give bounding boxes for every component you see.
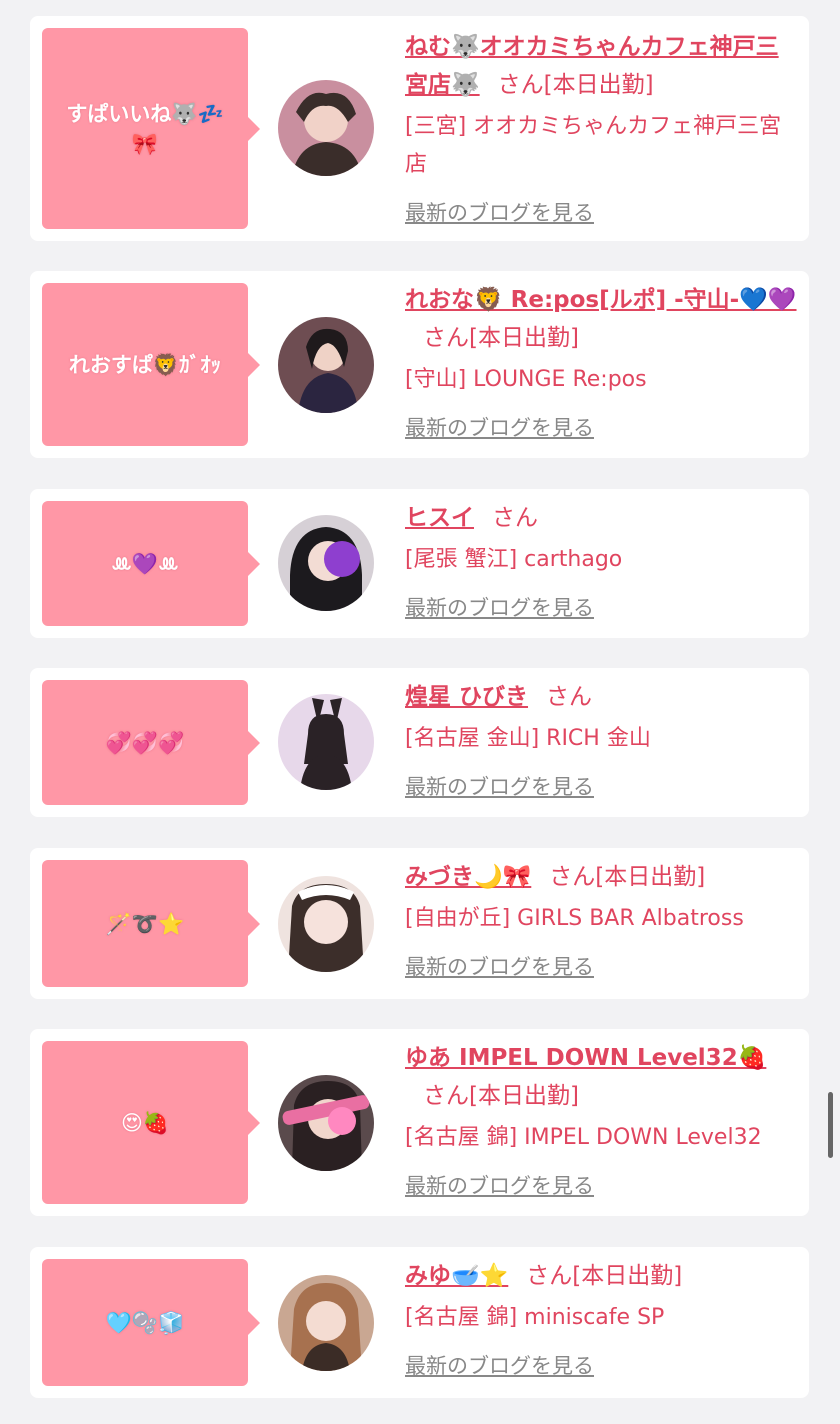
list-item: 🪄➰⭐ みづき🌙🎀 さん[本日出勤] [自由が丘] GIRLS BAR Albat…: [30, 848, 809, 999]
shop-name: [名古屋 金山] RICH 金山: [405, 726, 651, 751]
latest-blog-link[interactable]: 最新のブログを見る: [405, 593, 594, 623]
comment-bubble: 🪄➰⭐: [42, 860, 260, 987]
comment-bubble: すぱいいね🐺💤 🎀: [42, 28, 260, 229]
shop-name: [守山] LOUNGE Re:pos: [405, 367, 647, 392]
latest-blog-link[interactable]: 最新のブログを見る: [405, 413, 594, 443]
latest-blog-link[interactable]: 最新のブログを見る: [405, 952, 594, 982]
name-line: ゆあ IMPEL DOWN Level32🍓 さん[本日出勤]: [405, 1039, 799, 1115]
avatar[interactable]: [278, 1075, 374, 1171]
shop-name: [自由が丘] GIRLS BAR Albatross: [405, 906, 744, 931]
list-item: 🩵🫧🧊 みゆ🥣⭐ さん[本日出勤] [名古屋 錦] miniscafe SP 最新…: [30, 1247, 809, 1398]
scrollbar[interactable]: [828, 1092, 833, 1158]
entry-info: れおな🦁 Re:pos[ルポ] -守山-💙💜 さん[本日出勤] [守山] LOUN…: [405, 281, 799, 443]
entry-info: みゆ🥣⭐ さん[本日出勤] [名古屋 錦] miniscafe SP 最新のブログ…: [405, 1257, 799, 1381]
entry-info: みづき🌙🎀 さん[本日出勤] [自由が丘] GIRLS BAR Albatross…: [405, 858, 799, 982]
avatar[interactable]: [278, 876, 374, 972]
girl-name-link[interactable]: ヒスイ: [405, 505, 474, 531]
avatar[interactable]: [278, 317, 374, 413]
shop-name: [三宮] オオカミちゃんカフェ神戸三宮店: [405, 114, 782, 177]
latest-blog-link[interactable]: 最新のブログを見る: [405, 1171, 594, 1201]
name-suffix: さん[本日出勤]: [423, 1083, 579, 1109]
name-line: みづき🌙🎀 さん[本日出勤]: [405, 858, 799, 896]
list-item: 😍🍓 ゆあ IMPEL DOWN Level32🍓 さん[本日出勤] [名古屋 錦…: [30, 1029, 809, 1216]
girl-name-link[interactable]: みづき🌙🎀: [405, 864, 531, 890]
comment-bubble: ꔛ💜ꔛ: [42, 501, 260, 626]
entry-info: ねむ🐺オオカミちゃんカフェ神戸三宮店🐺 さん[本日出勤] [三宮] オオカミちゃん…: [405, 28, 799, 228]
name-suffix: さん[本日出勤]: [526, 1263, 683, 1289]
avatar[interactable]: [278, 694, 374, 790]
name-line: 煌星 ひびき さん: [405, 678, 799, 716]
name-line: みゆ🥣⭐ さん[本日出勤]: [405, 1257, 799, 1295]
latest-blog-link[interactable]: 最新のブログを見る: [405, 198, 594, 228]
list-item: れおすぱ🦁ｶﾞｵｯ れおな🦁 Re:pos[ルポ] -守山-💙💜 さん[本日出勤]…: [30, 271, 809, 458]
girl-name-link[interactable]: みゆ🥣⭐: [405, 1263, 508, 1289]
latest-blog-link[interactable]: 最新のブログを見る: [405, 772, 594, 802]
name-line: ねむ🐺オオカミちゃんカフェ神戸三宮店🐺 さん[本日出勤]: [405, 28, 799, 104]
list-item: 💞💞💞 煌星 ひびき さん [名古屋 金山] RICH 金山 最新のブログを見る: [30, 668, 809, 817]
girl-name-link[interactable]: れおな🦁 Re:pos[ルポ] -守山-💙💜: [405, 287, 797, 313]
name-suffix: さん: [546, 684, 593, 710]
name-suffix: さん: [492, 505, 538, 531]
name-suffix: さん[本日出勤]: [549, 864, 706, 890]
shop-name: [名古屋 錦] miniscafe SP: [405, 1305, 665, 1330]
latest-blog-link[interactable]: 最新のブログを見る: [405, 1351, 594, 1381]
comment-text: 🎀: [131, 131, 159, 156]
name-line: れおな🦁 Re:pos[ルポ] -守山-💙💜 さん[本日出勤]: [405, 281, 799, 357]
shop-name: [尾張 蟹江] carthago: [405, 547, 623, 572]
name-line: ヒスイ さん: [405, 499, 799, 537]
comment-text: れおすぱ🦁ｶﾞｵｯ: [68, 352, 222, 377]
shop-name: [名古屋 錦] IMPEL DOWN Level32: [405, 1125, 762, 1150]
entry-info: ゆあ IMPEL DOWN Level32🍓 さん[本日出勤] [名古屋 錦] I…: [405, 1039, 799, 1201]
comment-text: ꔛ💜ꔛ: [111, 551, 179, 576]
comment-text: 🪄➰⭐: [105, 911, 185, 936]
list-item: ꔛ💜ꔛ ヒスイ さん [尾張 蟹江] carthago 最新のブログを見る: [30, 489, 809, 638]
comment-text: 💞💞💞: [105, 730, 185, 755]
entry-info: ヒスイ さん [尾張 蟹江] carthago 最新のブログを見る: [405, 499, 799, 623]
avatar[interactable]: [278, 515, 374, 611]
comment-bubble: 💞💞💞: [42, 680, 260, 805]
comment-bubble: 😍🍓: [42, 1041, 260, 1204]
name-suffix: さん[本日出勤]: [497, 72, 654, 98]
avatar[interactable]: [278, 1275, 374, 1371]
entry-info: 煌星 ひびき さん [名古屋 金山] RICH 金山 最新のブログを見る: [405, 678, 799, 802]
comment-bubble: 🩵🫧🧊: [42, 1259, 260, 1386]
comment-text: 🩵🫧🧊: [105, 1310, 185, 1335]
comment-text: すぱいいね🐺💤: [66, 101, 224, 126]
list-item: すぱいいね🐺💤 🎀 ねむ🐺オオカミちゃんカフェ神戸三宮店🐺 さん[本日出勤] [三…: [30, 16, 809, 241]
girl-name-link[interactable]: ゆあ IMPEL DOWN Level32🍓: [405, 1045, 766, 1071]
comment-bubble: れおすぱ🦁ｶﾞｵｯ: [42, 283, 260, 446]
name-suffix: さん[本日出勤]: [423, 325, 579, 351]
comment-text: 😍🍓: [120, 1110, 170, 1135]
avatar[interactable]: [278, 80, 374, 176]
girl-name-link[interactable]: 煌星 ひびき: [405, 684, 528, 710]
